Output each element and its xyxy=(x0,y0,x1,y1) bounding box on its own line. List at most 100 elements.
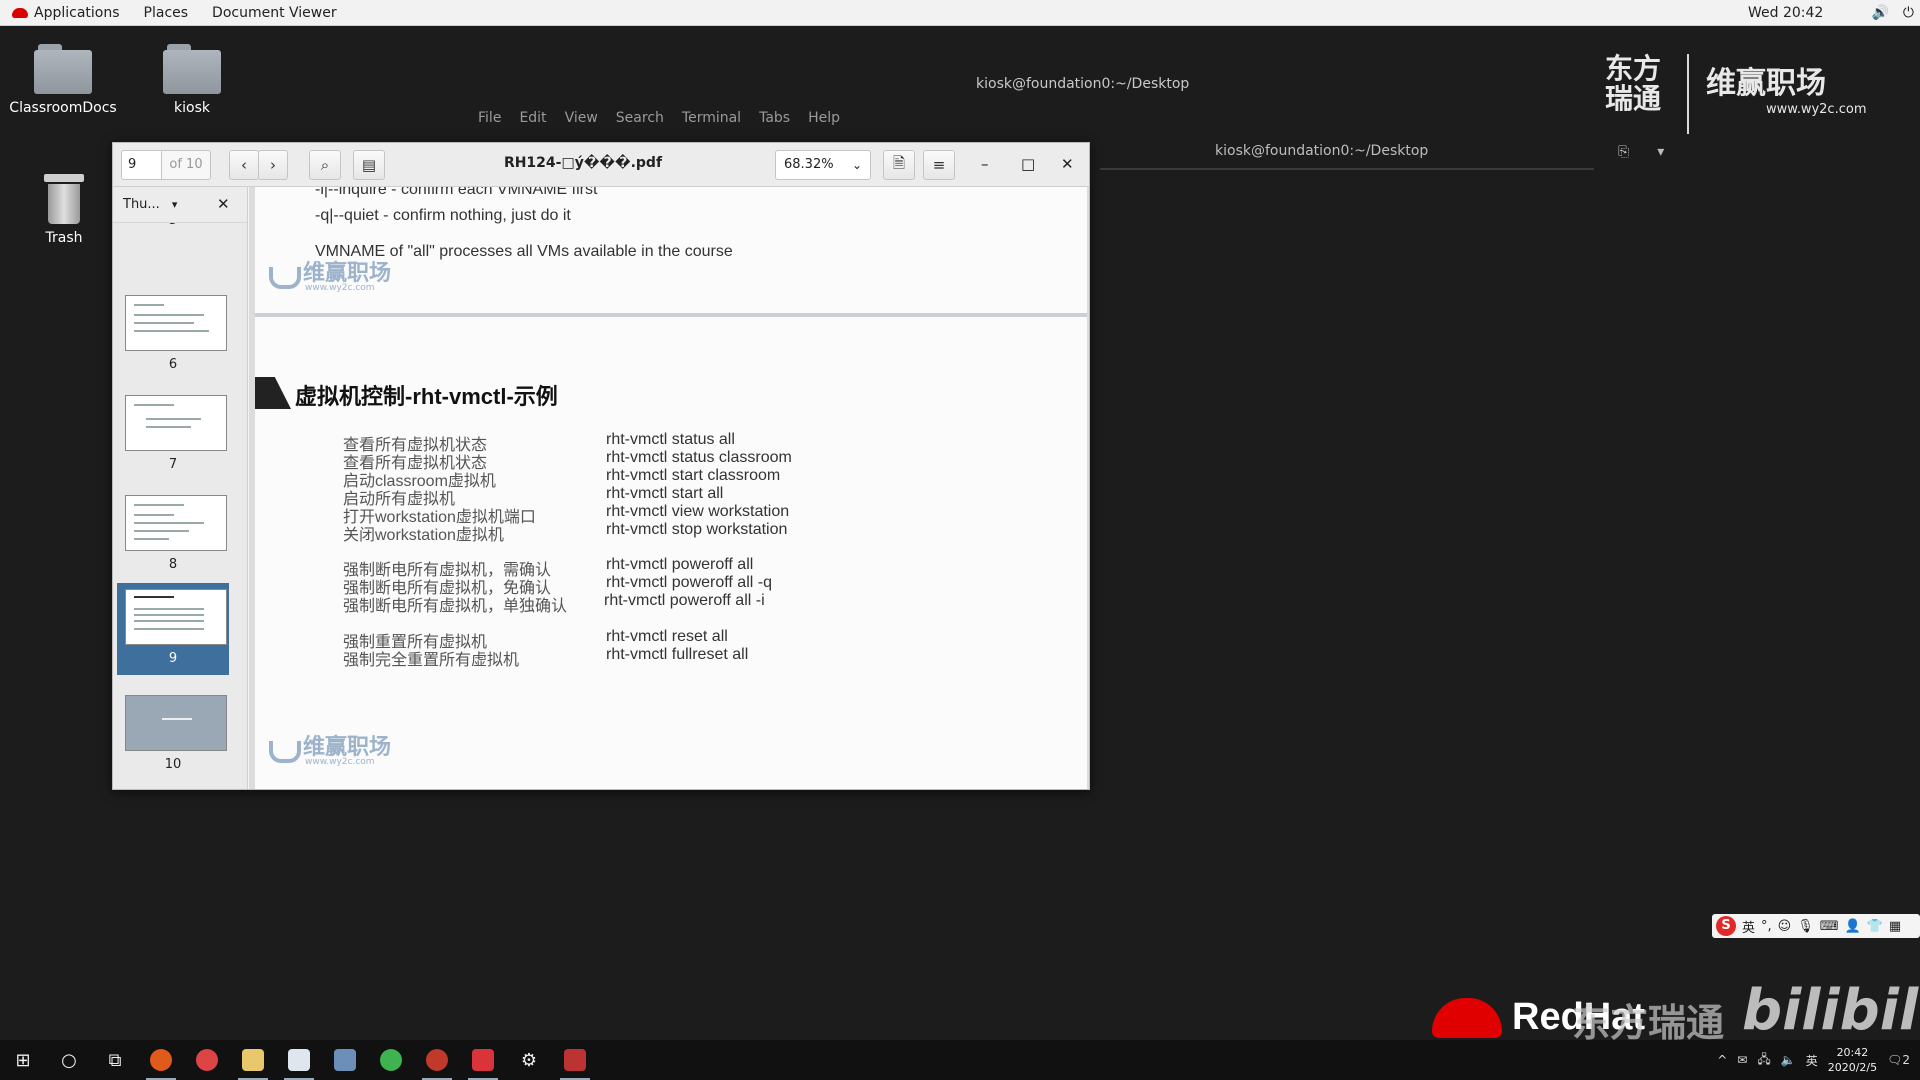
user-icon[interactable]: 👤 xyxy=(1845,919,1861,934)
page-divider xyxy=(255,313,1087,317)
taskbar-app-notepad[interactable] xyxy=(276,1040,322,1080)
watermark-icon xyxy=(265,259,301,289)
microphone-icon[interactable]: 🎙 xyxy=(1797,919,1814,934)
wy2c-logo-text: 维赢职场 xyxy=(1706,66,1826,101)
sogou-logo-icon[interactable]: S xyxy=(1716,916,1736,936)
chevron-up-icon[interactable]: ^ xyxy=(1717,1053,1727,1067)
taskbar-app-remote[interactable] xyxy=(460,1040,506,1080)
cortana-circle-icon: ○ xyxy=(61,1049,77,1071)
heading-marker xyxy=(255,377,291,409)
command-description: 强制完全重置所有虚拟机 xyxy=(343,652,520,669)
taskbar-app-vm[interactable] xyxy=(552,1040,598,1080)
topbar-clock[interactable]: Wed 20:42 xyxy=(1748,0,1823,26)
trash-icon xyxy=(44,174,84,224)
volume-tray-icon[interactable]: 🔈 xyxy=(1781,1053,1796,1067)
taskbar-app-tool[interactable] xyxy=(322,1040,368,1080)
thumbnail-page-8[interactable]: 8 xyxy=(117,489,229,577)
taskbar-clock[interactable]: 20:42 2020/2/5 xyxy=(1828,1045,1877,1075)
hamburger-menu-icon: ≡ xyxy=(932,156,946,174)
thumbnail-page-9[interactable]: 9 xyxy=(117,583,229,675)
terminal-menu-help[interactable]: Help xyxy=(808,110,840,126)
new-tab-icon[interactable]: ⎘ xyxy=(1618,144,1629,160)
search-button[interactable]: ○ xyxy=(46,1040,92,1080)
tray-language[interactable]: 英 xyxy=(1806,1052,1818,1069)
thumbnail-number: 10 xyxy=(164,757,182,772)
sidebar-close-button[interactable]: ✕ xyxy=(217,195,230,213)
command-description: 关闭workstation虚拟机 xyxy=(343,527,504,544)
terminal-menu-view[interactable]: View xyxy=(565,110,598,126)
desktop-icon-label: ClassroomDocs xyxy=(9,100,117,116)
zoom-select[interactable]: 68.32% ⌄ xyxy=(775,150,871,180)
ime-language-toggle[interactable]: 英 xyxy=(1742,917,1755,936)
applications-menu[interactable]: Applications xyxy=(0,0,132,26)
notification-icon[interactable]: 🗨2 xyxy=(1887,1053,1910,1067)
desktop-icon-classroomdocs[interactable]: ClassroomDocs xyxy=(8,44,118,116)
bilibili-watermark: bilibili xyxy=(1742,978,1920,1043)
watermark-logo: 维赢职场 www.wy2c.com xyxy=(265,729,391,767)
browser-icon xyxy=(196,1049,218,1071)
chevron-down-icon: ⌄ xyxy=(851,158,862,172)
taskbar-app-explorer[interactable] xyxy=(230,1040,276,1080)
terminal-menu-file[interactable]: File xyxy=(478,110,501,126)
tab-menu-chevron-icon[interactable]: ▾ xyxy=(1657,144,1664,160)
windows-start-button[interactable]: ⊞ xyxy=(0,1040,46,1080)
tool-icon xyxy=(334,1049,356,1071)
document-view[interactable]: -i|--inquire - confirm each VMNAME first… xyxy=(249,187,1089,789)
volume-icon[interactable]: 🔊 xyxy=(1871,5,1888,21)
task-view-button[interactable]: ⧉ xyxy=(92,1040,138,1080)
taskbar-app-browser[interactable] xyxy=(184,1040,230,1080)
page-number-input[interactable]: 9 xyxy=(121,150,161,180)
chevron-right-icon: › xyxy=(270,156,276,174)
dongfang-watermark: 东方瑞通 xyxy=(1572,1001,1725,1045)
command-text: rht-vmctl view workstation xyxy=(606,503,790,520)
app-menu[interactable]: Document Viewer xyxy=(200,0,349,26)
command-text: rht-vmctl reset all xyxy=(606,628,728,645)
wy2c-logo: 维赢职场 www.wy2c.com xyxy=(1706,58,1866,117)
thumbnail-number: 6 xyxy=(168,357,178,372)
skin-icon[interactable]: 👕 xyxy=(1867,919,1883,934)
power-icon[interactable]: ⏻ xyxy=(1903,5,1914,21)
terminal-menu-edit[interactable]: Edit xyxy=(519,110,546,126)
terminal-menu-tabs[interactable]: Tabs xyxy=(759,110,790,126)
punctuation-icon[interactable]: °, xyxy=(1761,919,1772,934)
network-icon[interactable]: 🖧 xyxy=(1757,1050,1770,1071)
annotations-button[interactable]: ▤ xyxy=(353,150,385,180)
page-count: of 10 xyxy=(161,150,211,180)
close-button[interactable]: ✕ xyxy=(1061,155,1074,173)
search-icon: ⌕ xyxy=(320,156,330,174)
terminal-menu-search[interactable]: Search xyxy=(616,110,664,126)
sidebar-mode-select[interactable]: Thu... ▾ xyxy=(123,197,177,212)
print-button[interactable]: 🗎 xyxy=(883,150,915,180)
windows-logo-icon: ⊞ xyxy=(15,1049,31,1071)
desktop-icon-kiosk[interactable]: kiosk xyxy=(137,44,247,116)
command-text: rht-vmctl status all xyxy=(606,431,735,448)
taskbar-app-firefox[interactable] xyxy=(138,1040,184,1080)
taskbar-app-settings[interactable]: ⚙ xyxy=(506,1040,552,1080)
grid-icon[interactable]: ▦ xyxy=(1889,919,1901,934)
page-thumbnail-image xyxy=(125,395,227,451)
wechat-tray-icon[interactable]: ✉ xyxy=(1737,1053,1747,1067)
taskbar-app-wechat[interactable] xyxy=(368,1040,414,1080)
clipboard-icon: ▤ xyxy=(361,156,377,174)
thumbnail-page-7[interactable]: 7 xyxy=(117,389,229,477)
folder-icon xyxy=(34,44,92,94)
minimize-button[interactable]: – xyxy=(981,155,989,173)
next-page-button[interactable]: › xyxy=(258,150,288,180)
main-menu-button[interactable]: ≡ xyxy=(923,150,955,180)
gear-icon: ⚙ xyxy=(520,1049,538,1071)
desktop-icon-trash[interactable]: Trash xyxy=(9,174,119,246)
maximize-button[interactable]: □ xyxy=(1021,155,1035,173)
previous-page-button[interactable]: ‹ xyxy=(229,150,259,180)
terminal-tab-title[interactable]: kiosk@foundation0:~/Desktop xyxy=(1215,143,1428,159)
places-menu[interactable]: Places xyxy=(132,0,201,26)
terminal-menu-terminal[interactable]: Terminal xyxy=(682,110,741,126)
thumbnail-page-6[interactable]: 6 xyxy=(117,289,229,377)
page-thumbnail-image xyxy=(125,589,227,645)
app-red-icon xyxy=(426,1049,448,1071)
keyboard-icon[interactable]: ⌨ xyxy=(1820,919,1839,934)
thumbnail-page-10[interactable]: 10 xyxy=(117,689,229,777)
find-button[interactable]: ⌕ xyxy=(309,150,341,180)
taskbar-app-red[interactable] xyxy=(414,1040,460,1080)
terminal-title: kiosk@foundation0:~/Desktop xyxy=(976,76,1190,92)
emoji-icon[interactable]: ☺ xyxy=(1778,919,1792,934)
